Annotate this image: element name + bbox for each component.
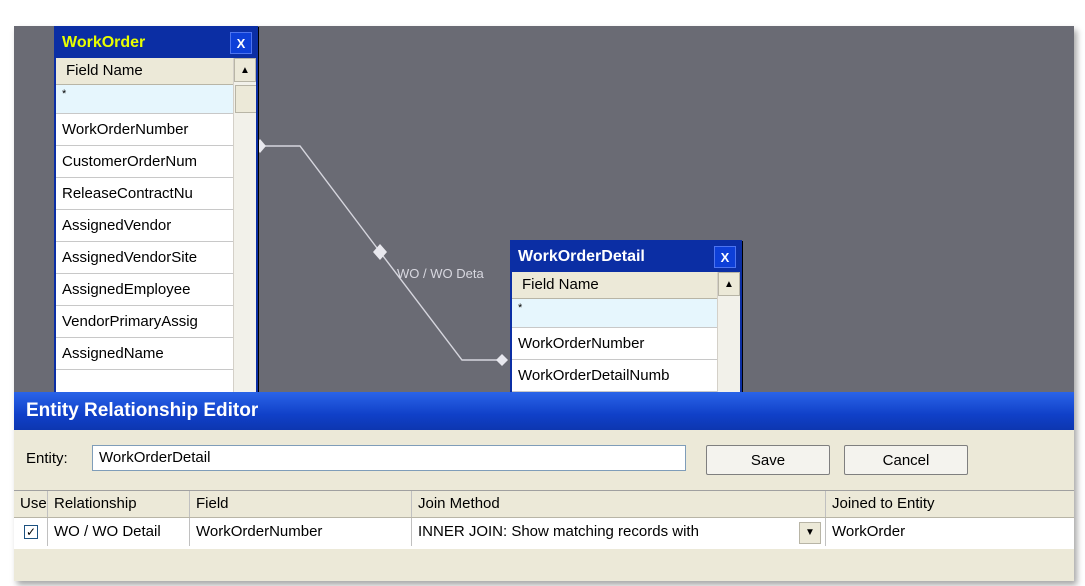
- workorder-table[interactable]: WorkOrder X Field Name * WorkOrderNumber…: [54, 26, 258, 402]
- use-checkbox[interactable]: ✓: [24, 525, 38, 540]
- column-header-use[interactable]: Use: [14, 491, 48, 517]
- scroll-thumb[interactable]: [235, 85, 256, 113]
- field-row[interactable]: AssignedVendorSite: [56, 242, 256, 274]
- table-row[interactable]: ✓ WO / WO Detail WorkOrderNumber INNER J…: [14, 518, 1074, 546]
- workorder-table-titlebar[interactable]: WorkOrder X: [56, 28, 256, 58]
- field-row[interactable]: WorkOrderDetailNumb: [512, 360, 740, 392]
- field-row[interactable]: AssignedEmployee: [56, 274, 256, 306]
- field-row-star[interactable]: *: [512, 299, 740, 328]
- relationship-cell[interactable]: WO / WO Detail: [48, 518, 190, 546]
- editor-titlebar: Entity Relationship Editor: [14, 392, 1074, 430]
- field-row[interactable]: VendorPrimaryAssig: [56, 306, 256, 338]
- entity-relationship-editor: Entity Relationship Editor Entity: Save …: [14, 392, 1074, 581]
- field-row-star[interactable]: *: [56, 85, 256, 114]
- scroll-up-icon[interactable]: ▲: [718, 272, 740, 296]
- column-header-field[interactable]: Field: [190, 491, 412, 517]
- workorderdetail-table-titlebar[interactable]: WorkOrderDetail X: [512, 242, 740, 272]
- close-icon[interactable]: X: [714, 246, 736, 268]
- field-row[interactable]: WorkOrderNumber: [56, 114, 256, 146]
- field-name-header: Field Name: [512, 272, 740, 299]
- scroll-up-icon[interactable]: ▲: [234, 58, 256, 82]
- chevron-down-icon[interactable]: ▼: [799, 522, 821, 544]
- vertical-scrollbar[interactable]: ▲: [717, 272, 740, 402]
- workorderdetail-table[interactable]: WorkOrderDetail X Field Name * WorkOrder…: [510, 240, 742, 404]
- field-cell[interactable]: WorkOrderNumber: [190, 518, 412, 546]
- field-row[interactable]: ReleaseContractNu: [56, 178, 256, 210]
- vertical-scrollbar[interactable]: ▲: [233, 58, 256, 400]
- field-row[interactable]: WorkOrderNumber: [512, 328, 740, 360]
- workorderdetail-table-title: WorkOrderDetail: [518, 248, 645, 265]
- workorder-table-title: WorkOrder: [62, 34, 146, 51]
- field-name-header: Field Name: [56, 58, 256, 85]
- column-header-relationship[interactable]: Relationship: [48, 491, 190, 517]
- relationship-grid: Use Relationship Field Join Method Joine…: [14, 490, 1074, 549]
- close-icon[interactable]: X: [230, 32, 252, 54]
- field-row[interactable]: AssignedVendor: [56, 210, 256, 242]
- field-row[interactable]: AssignedName: [56, 338, 256, 370]
- designer-canvas: WO / WO Deta WorkOrder X Field Name * Wo…: [14, 26, 1074, 581]
- join-method-value: INNER JOIN: Show matching records with: [418, 523, 699, 540]
- workorderdetail-field-list[interactable]: Field Name * WorkOrderNumber WorkOrderDe…: [512, 272, 740, 402]
- joined-to-cell[interactable]: WorkOrder: [826, 518, 1074, 546]
- entity-label: Entity:: [26, 450, 68, 467]
- use-cell[interactable]: ✓: [14, 518, 48, 546]
- grid-header: Use Relationship Field Join Method Joine…: [14, 491, 1074, 518]
- field-row[interactable]: CustomerOrderNum: [56, 146, 256, 178]
- column-header-join-method[interactable]: Join Method: [412, 491, 826, 517]
- entity-field[interactable]: [92, 445, 686, 471]
- join-method-cell[interactable]: INNER JOIN: Show matching records with ▼: [412, 518, 826, 546]
- relationship-label[interactable]: WO / WO Deta: [397, 266, 484, 281]
- entity-row: Entity: Save Cancel: [14, 440, 1074, 480]
- workorder-field-list[interactable]: Field Name * WorkOrderNumber CustomerOrd…: [56, 58, 256, 400]
- cancel-button[interactable]: Cancel: [844, 445, 968, 475]
- column-header-joined-to[interactable]: Joined to Entity: [826, 491, 1074, 517]
- save-button[interactable]: Save: [706, 445, 830, 475]
